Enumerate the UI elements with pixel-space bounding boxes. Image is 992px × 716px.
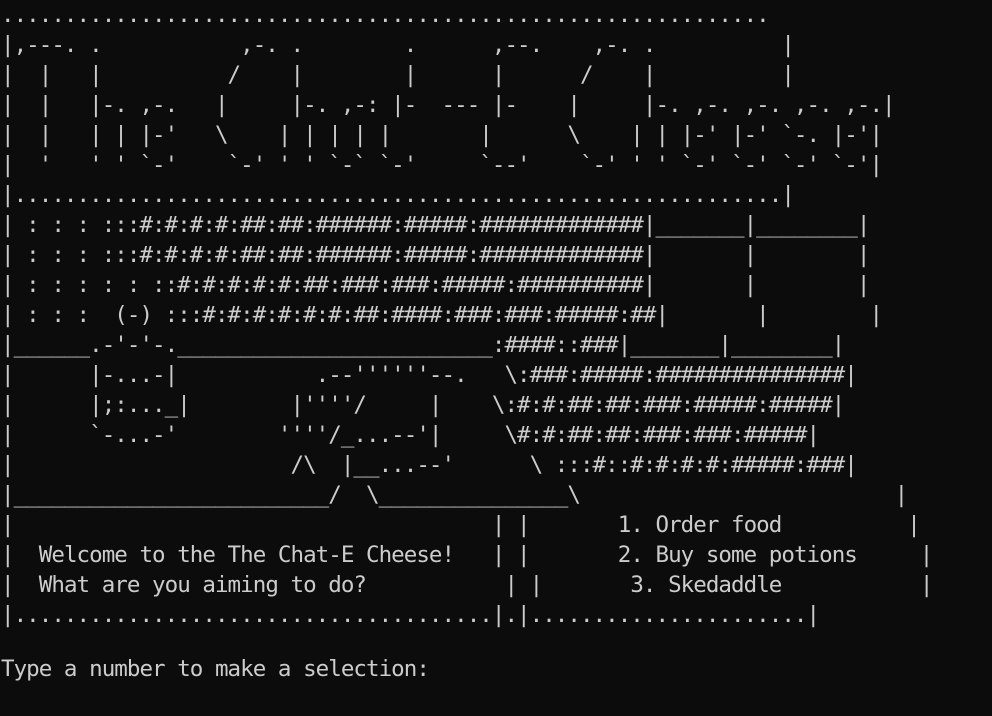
ascii-scene-line: |______.-'-'-._________________________:… bbox=[1, 332, 845, 358]
ascii-scene-line: | |;:..._| |''''/ | \:#:#:##:##:###:####… bbox=[1, 392, 845, 418]
question-text: What are you aiming to do? bbox=[38, 572, 367, 598]
menu-option-buy-potions: 2. Buy some potions bbox=[617, 542, 858, 568]
ascii-scene-line: | : : : (-) :::#:#:#:#:#:#:##:####:###:#… bbox=[1, 302, 883, 328]
terminal-output: ........................................… bbox=[1, 0, 933, 630]
ascii-scene-line: | `-...-' ''''/_...--'| \#:#:##:##:###:#… bbox=[1, 422, 820, 448]
ascii-scene-line: | : : : :::#:#:#:#:##:##:######:#####:##… bbox=[1, 242, 870, 268]
ascii-title-line: | ' ' ' `-' `-' ' ' `-` `-' `--' `-' ' '… bbox=[1, 152, 883, 178]
welcome-message: Welcome to the The Chat-E Cheese! bbox=[38, 542, 455, 568]
prompt-text: Type a number to make a selection: bbox=[1, 656, 430, 682]
ascii-scene-line: | : : : :::#:#:#:#:##:##:######:#####:##… bbox=[1, 212, 870, 238]
ascii-title-line: | | |-. ,-. | |-. ,-: |- --- |- | |-. ,-… bbox=[1, 92, 896, 118]
ascii-scene-line: |_________________________/ \___________… bbox=[1, 482, 908, 508]
dialog-border-bottom: |......................................|… bbox=[1, 602, 820, 628]
input-prompt-line[interactable]: Type a number to make a selection: bbox=[1, 654, 456, 684]
dialog-row-welcome: | Welcome to the The Chat-E Cheese! | | … bbox=[1, 542, 933, 568]
ascii-title-line: |,---. . ,-. . . ,--. ,-. . | bbox=[1, 32, 795, 58]
terminal-window: ........................................… bbox=[0, 0, 992, 716]
ascii-title-line: | | | / | | | / | | bbox=[1, 62, 795, 88]
ascii-title-line: | | | | |-' \ | | | | | | \ | | |-' |-' … bbox=[1, 122, 883, 148]
menu-option-order-food: 1. Order food bbox=[617, 512, 783, 538]
ascii-scene-line: | |-...-| .--''''''--. \:###:#####:#####… bbox=[1, 362, 858, 388]
dialog-row-question: | What are you aiming to do? | | 3. Sked… bbox=[1, 572, 933, 598]
banner-border-bottom: |.......................................… bbox=[1, 182, 795, 208]
ascii-scene-line: | : : : : : ::#:#:#:#:#:##:###:###:#####… bbox=[1, 272, 870, 298]
menu-option-skedaddle: 3. Skedaddle bbox=[630, 572, 782, 598]
banner-border-top: ........................................… bbox=[1, 2, 770, 28]
dialog-row-empty: | | | 1. Order food | bbox=[1, 512, 921, 538]
ascii-scene-line: | /\ |__...--' \ :::#::#:#:#:#:#####:###… bbox=[1, 452, 858, 478]
